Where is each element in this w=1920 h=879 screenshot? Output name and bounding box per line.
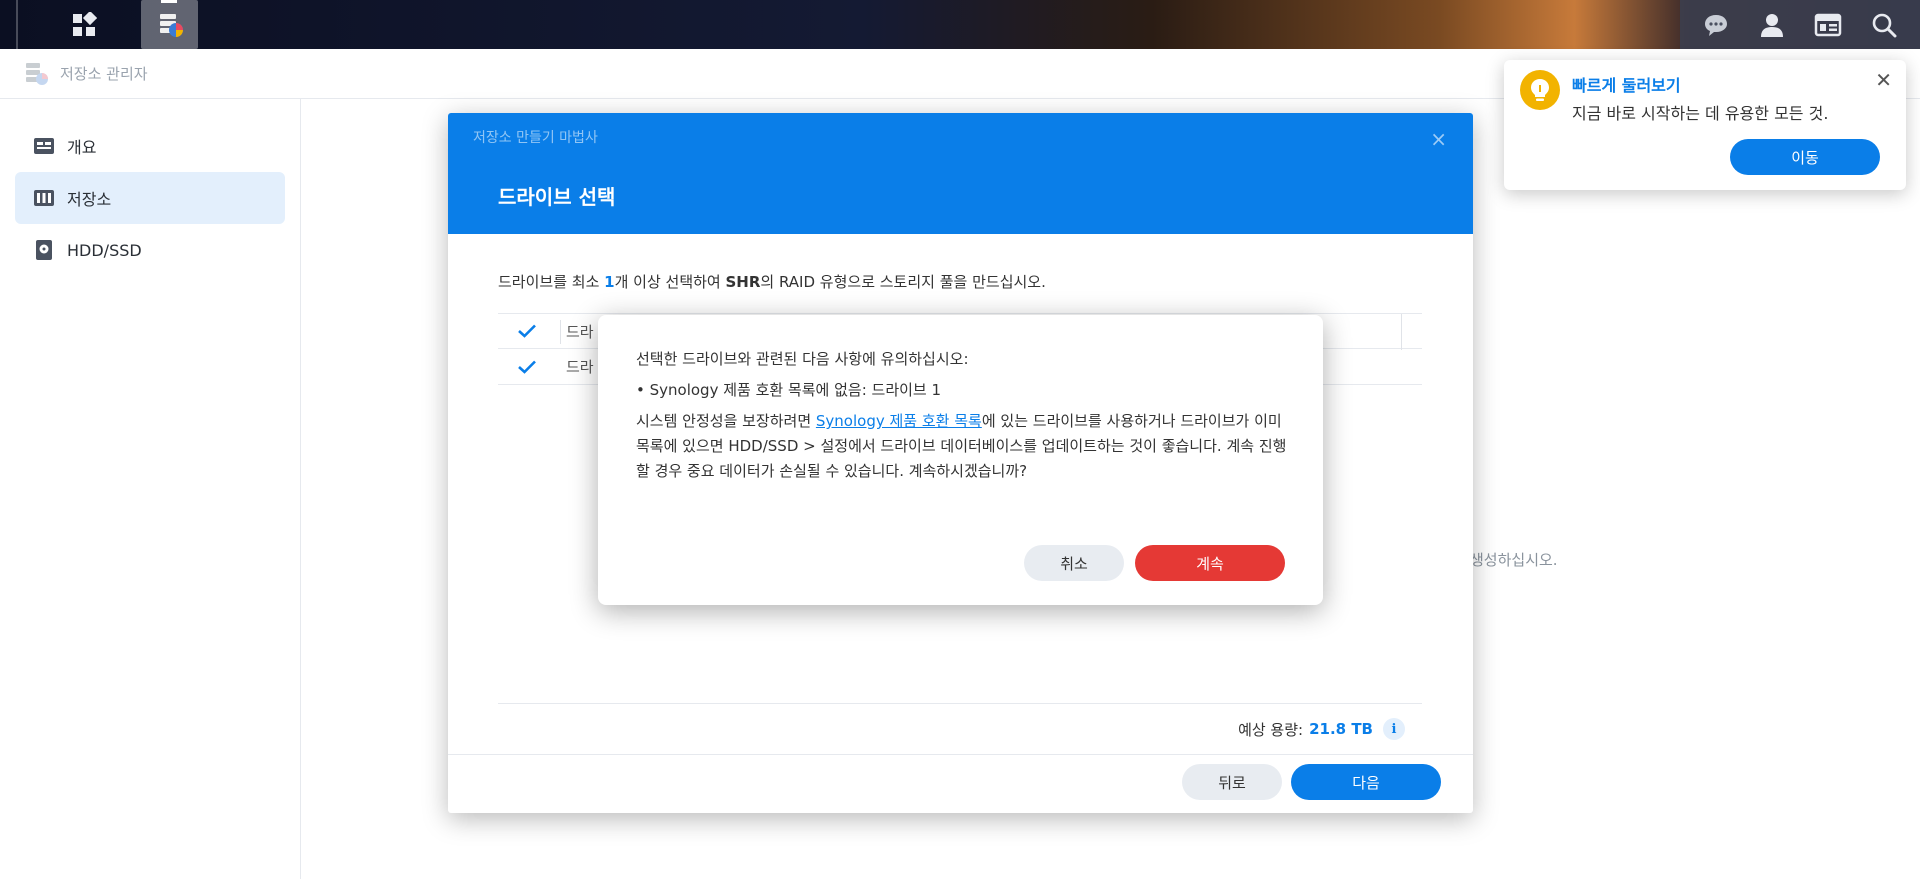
desc-text: 개 이상 선택하여 — [614, 273, 726, 291]
warning-message: 선택한 드라이브와 관련된 다음 사항에 유의하십시오: • Synology … — [636, 347, 1296, 484]
divider — [498, 703, 1422, 704]
user-button[interactable] — [1752, 5, 1792, 45]
wizard-header: 저장소 만들기 마법사 × 드라이브 선택 — [448, 113, 1473, 234]
taskbar-tray — [1680, 0, 1920, 49]
sidebar-item-label: HDD/SSD — [67, 240, 142, 260]
desc-drive-count: 1 — [604, 273, 615, 291]
quick-tour-close-button[interactable]: ✕ — [1875, 68, 1892, 92]
main-menu-button[interactable] — [38, 0, 130, 49]
user-icon — [1761, 13, 1783, 37]
wizard-step-title: 드라이브 선택 — [498, 185, 616, 209]
continue-button[interactable]: 계속 — [1135, 545, 1285, 581]
quick-tour-title: 빠르게 둘러보기 — [1572, 76, 1681, 95]
drive-name-cell: 드라 — [566, 358, 594, 376]
storage-manager-app-icon — [159, 13, 183, 37]
estimated-capacity: 예상 용량: 21.8 TB i — [1238, 718, 1405, 740]
sidebar-item-label: 저장소 — [67, 190, 112, 209]
desc-text: 의 RAID 유형으로 스토리지 풀을 만드십시오. — [760, 273, 1046, 291]
overview-icon — [34, 138, 54, 154]
quick-tour-popup: 빠르게 둘러보기 지금 바로 시작하는 데 유용한 모든 것. ✕ 이동 — [1504, 60, 1906, 190]
wizard-close-button[interactable]: × — [1430, 127, 1447, 151]
storage-manager-app-icon — [26, 62, 48, 85]
cancel-button[interactable]: 취소 — [1024, 545, 1124, 581]
capacity-value: 21.8 TB — [1309, 720, 1373, 738]
warning-bullet: • Synology 제품 호환 목록에 없음: 드라이브 1 — [636, 381, 942, 399]
warning-paragraph: 시스템 안정성을 보장하려면 Synology 제품 호환 목록에 있는 드라이… — [636, 409, 1296, 484]
chat-bubble-icon — [1705, 14, 1727, 36]
desc-raid-type: SHR — [725, 273, 761, 291]
desc-text: 드라이브를 최소 — [498, 273, 605, 291]
paragraph-text: 시스템 안정성을 보장하려면 — [636, 412, 816, 430]
storage-icon — [34, 190, 54, 206]
storage-manager-taskbar-button[interactable] — [141, 0, 198, 49]
search-button[interactable] — [1864, 5, 1904, 45]
column-divider — [1401, 314, 1402, 350]
next-button[interactable]: 다음 — [1291, 764, 1441, 800]
back-button[interactable]: 뒤로 — [1182, 764, 1282, 800]
go-button[interactable]: 이동 — [1730, 139, 1880, 175]
checkmark-icon — [518, 324, 536, 338]
taskbar-divider — [16, 0, 18, 49]
quick-tour-text: 지금 바로 시작하는 데 유용한 모든 것. — [1572, 104, 1829, 123]
sidebar-item-storage[interactable]: 저장소 — [15, 172, 285, 224]
sidebar-item-overview[interactable]: 개요 — [15, 120, 285, 172]
sidebar-item-label: 개요 — [67, 138, 97, 157]
taskbar — [0, 0, 1920, 49]
lightbulb-icon — [1520, 70, 1560, 110]
select-all-checkbox[interactable] — [516, 320, 538, 342]
wizard-window-title: 저장소 만들기 마법사 — [473, 130, 598, 146]
background-hint-text: 생성하십시오. — [1470, 551, 1558, 569]
warning-heading: 선택한 드라이브와 관련된 다음 사항에 유의하십시오: — [636, 350, 969, 368]
sidebar-item-hdd-ssd[interactable]: HDD/SSD — [15, 224, 285, 276]
widgets-icon — [1814, 13, 1842, 36]
checkmark-icon — [518, 360, 536, 374]
notifications-button[interactable] — [1696, 5, 1736, 45]
sidebar: 개요 저장소 HDD/SSD — [0, 99, 301, 879]
info-icon[interactable]: i — [1383, 718, 1405, 740]
drive-checkbox[interactable] — [516, 355, 538, 378]
main-menu-icon — [73, 11, 97, 36]
hdd-icon — [36, 240, 52, 260]
wizard-description: 드라이브를 최소 1개 이상 선택하여 SHR의 RAID 유형으로 스토리지 … — [498, 271, 1046, 292]
column-divider — [560, 320, 561, 344]
widgets-button[interactable] — [1808, 5, 1848, 45]
app-title: 저장소 관리자 — [60, 65, 148, 83]
compatibility-list-link[interactable]: Synology 제품 호환 목록 — [816, 412, 982, 430]
capacity-label: 예상 용량: — [1238, 720, 1304, 739]
compatibility-warning-dialog: 선택한 드라이브와 관련된 다음 사항에 유의하십시오: • Synology … — [598, 315, 1323, 605]
search-icon — [1872, 13, 1897, 37]
footer-divider — [448, 754, 1473, 755]
column-header-drive: 드라 — [566, 322, 594, 341]
